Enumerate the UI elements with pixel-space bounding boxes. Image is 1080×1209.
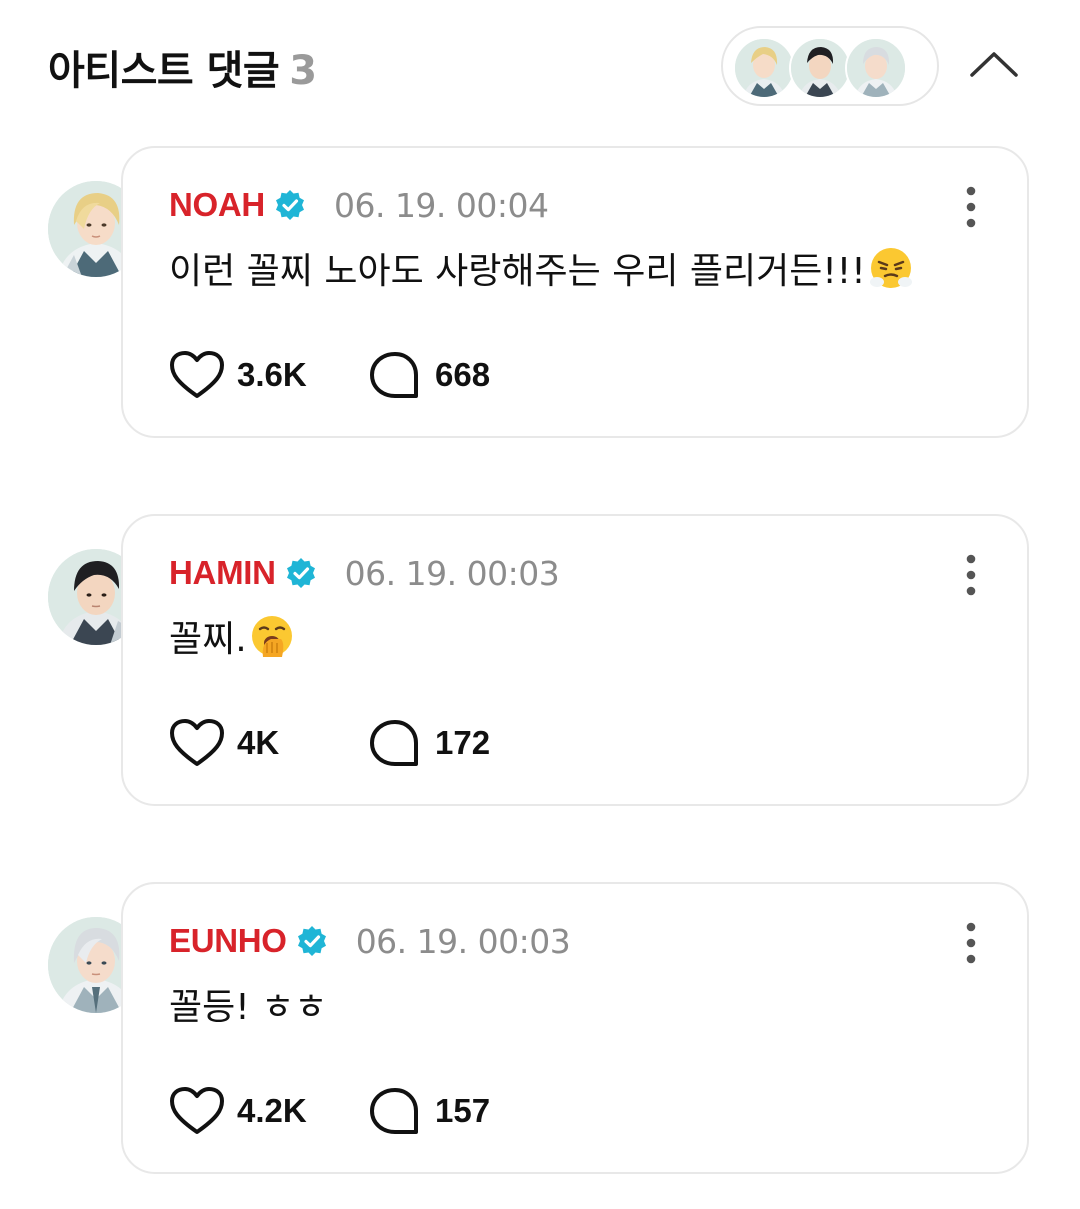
heart-icon xyxy=(170,1087,224,1134)
more-options-icon[interactable] xyxy=(961,554,981,596)
more-options-icon[interactable] xyxy=(961,186,981,228)
reply-button[interactable]: 172 xyxy=(367,718,490,768)
yawn-emoji-icon xyxy=(251,616,292,657)
speech-bubble-icon xyxy=(370,720,418,766)
section-title-label: 아티스트 댓글 xyxy=(48,48,280,94)
verified-badge-icon xyxy=(275,190,304,220)
speech-bubble-icon xyxy=(370,1088,418,1134)
like-button[interactable]: 4K xyxy=(169,718,279,768)
artist-avatar-stack[interactable] xyxy=(721,26,939,106)
like-button[interactable]: 3.6K xyxy=(169,350,307,400)
verified-badge-icon xyxy=(297,926,326,956)
avatar-hamin-small xyxy=(789,37,851,99)
comment-timestamp: 06. 19. 00:03 xyxy=(355,921,571,961)
more-options-icon[interactable] xyxy=(961,922,981,964)
steam-nose-emoji-icon xyxy=(869,248,912,288)
comment-card[interactable]: NOAH 06. 19. 00:04 이런 꼴찌 노아도 사랑해주는 우리 플리… xyxy=(121,146,1029,438)
comment-author[interactable]: EUNHO xyxy=(169,922,287,960)
artist-comments-header: 아티스트 댓글 3 xyxy=(0,0,1080,130)
reply-count: 668 xyxy=(435,356,491,393)
comment-author[interactable]: HAMIN xyxy=(169,554,276,592)
comment-text: 꼴찌. xyxy=(169,619,247,660)
comment-body: 꼴등! ㅎㅎ xyxy=(169,978,327,1030)
speech-bubble-icon xyxy=(370,352,418,398)
comment-body: 꼴찌. xyxy=(169,610,295,662)
comment-timestamp: 06. 19. 00:03 xyxy=(344,553,560,593)
reply-count: 172 xyxy=(435,724,491,761)
reply-count: 157 xyxy=(435,1092,491,1129)
section-title: 아티스트 댓글 3 xyxy=(48,38,317,96)
verified-badge-icon xyxy=(286,558,315,588)
like-count: 4.2K xyxy=(237,1092,307,1129)
comment-text: 꼴등! ㅎㅎ xyxy=(169,987,328,1028)
comment-card[interactable]: EUNHO 06. 19. 00:03 꼴등! ㅎㅎ 4.2K 157 xyxy=(121,882,1029,1174)
heart-icon xyxy=(170,719,224,766)
like-count: 4K xyxy=(237,724,280,761)
reply-button[interactable]: 668 xyxy=(367,350,490,400)
like-count: 3.6K xyxy=(237,356,307,393)
comment-timestamp: 06. 19. 00:04 xyxy=(333,185,549,225)
comment-body: 이런 꼴찌 노아도 사랑해주는 우리 플리거든!!! xyxy=(169,242,914,294)
collapse-chevron-up-icon[interactable] xyxy=(966,44,1022,84)
reply-button[interactable]: 157 xyxy=(367,1086,490,1136)
avatar-eunho-small xyxy=(845,37,907,99)
comment-card[interactable]: HAMIN 06. 19. 00:03 꼴찌. 4K 172 xyxy=(121,514,1029,806)
comment-count: 3 xyxy=(289,48,317,94)
comment-author[interactable]: NOAH xyxy=(169,186,265,224)
heart-icon xyxy=(170,351,224,398)
like-button[interactable]: 4.2K xyxy=(169,1086,307,1136)
avatar-noah-small xyxy=(733,37,795,99)
comment-text: 이런 꼴찌 노아도 사랑해주는 우리 플리거든!!! xyxy=(169,251,866,292)
